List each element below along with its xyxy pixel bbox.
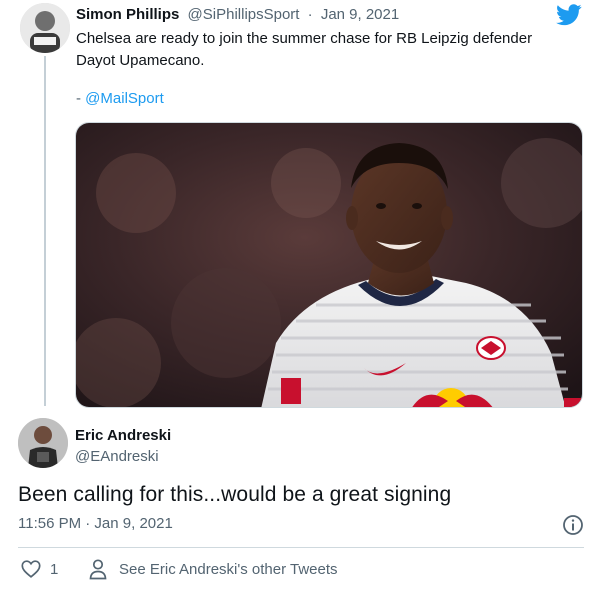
parent-tweet-text: Chelsea are ready to join the summer cha… <box>76 28 576 72</box>
source-handle-link[interactable]: @MailSport <box>85 90 164 107</box>
info-icon[interactable] <box>562 514 584 536</box>
thread-connector-line <box>44 56 46 406</box>
heart-icon[interactable] <box>20 558 42 580</box>
twitter-bird-icon[interactable] <box>556 4 582 26</box>
parent-date[interactable]: Jan 9, 2021 <box>321 6 399 23</box>
reply-display-name[interactable]: Eric Andreski <box>75 427 171 444</box>
like-count[interactable]: 1 <box>50 561 58 578</box>
parent-tweet-header: Simon Phillips @SiPhillipsSport · Jan 9,… <box>76 6 399 23</box>
parent-text-line1: Chelsea are ready to join the summer cha… <box>76 30 533 47</box>
reply-avatar[interactable] <box>18 418 68 468</box>
reply-timestamp[interactable]: 11:56 PM · Jan 9, 2021 <box>18 515 173 532</box>
reply-tweet-text: Been calling for this...would be a great… <box>18 483 452 506</box>
parent-display-name[interactable]: Simon Phillips <box>76 6 179 23</box>
parent-source-credit: - @MailSport <box>76 90 164 107</box>
parent-text-line2: Dayot Upamecano. <box>76 52 205 69</box>
reply-handle[interactable]: @EAndreski <box>75 448 159 465</box>
see-other-tweets-link[interactable]: See Eric Andreski's other Tweets <box>119 561 338 578</box>
person-icon <box>89 559 107 580</box>
parent-avatar[interactable] <box>20 3 70 53</box>
embedded-tweet-card: Simon Phillips @SiPhillipsSport · Jan 9,… <box>0 0 600 593</box>
source-prefix: - <box>76 90 86 107</box>
parent-handle[interactable]: @SiPhillipsSport <box>188 6 300 23</box>
tweet-divider <box>18 547 584 548</box>
parent-date-separator: · <box>307 6 313 23</box>
tweet-photo[interactable] <box>75 122 583 408</box>
